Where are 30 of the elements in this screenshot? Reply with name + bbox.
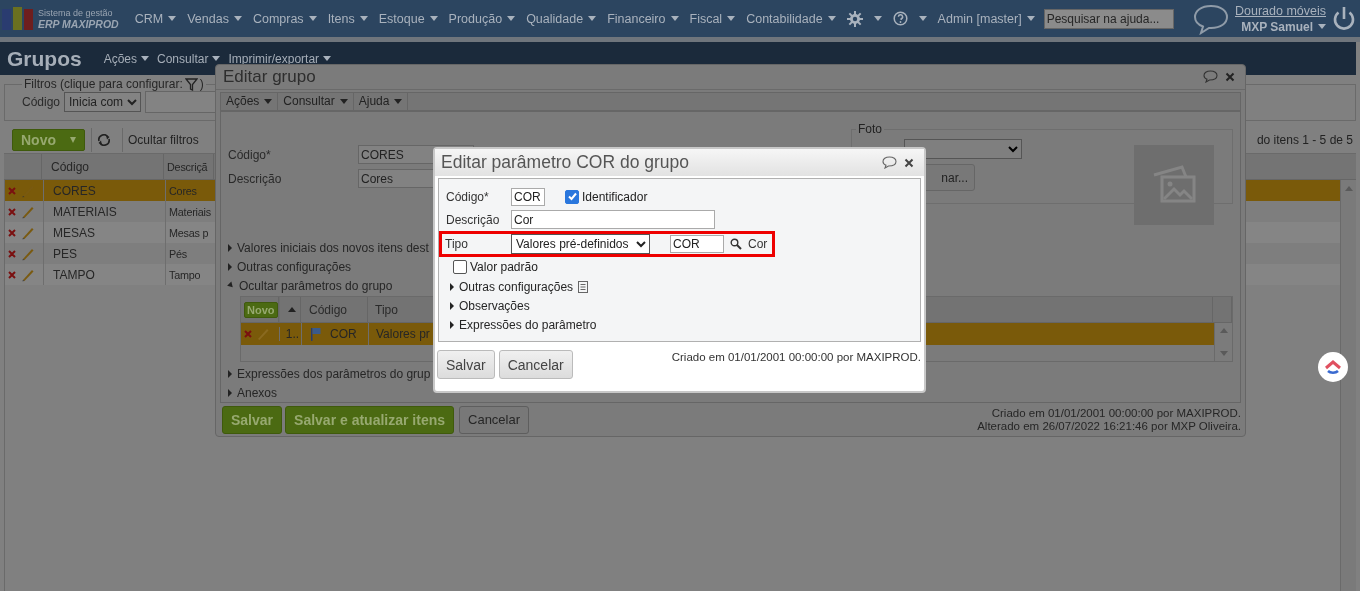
lookup-value: Cor <box>748 237 768 251</box>
table-cell: 1.. <box>279 327 301 342</box>
section-label: Observações <box>459 298 530 313</box>
page-title: Grupos <box>7 46 82 71</box>
checkbox-label: Identificador <box>582 189 648 204</box>
brand-subtitle: Sistema de gestão <box>38 7 114 19</box>
section-label: Anexos <box>237 385 278 400</box>
field-label: Código* <box>228 147 272 162</box>
checkbox-label: Valor padrão <box>470 260 538 274</box>
section-label: Valores iniciais dos novos itens dest <box>237 240 429 255</box>
section-label: Outras configurações <box>237 259 352 274</box>
paging-text: do itens 1 - 5 de 5 <box>1256 133 1353 147</box>
table-cell: TAMPO <box>43 264 165 285</box>
filters-legend-end: ) <box>199 77 204 91</box>
section-label: Expressões dos parâmetros do grup <box>237 366 431 381</box>
filter-label: Código <box>22 95 61 109</box>
audit-text: Criado em 01/01/2001 00:00:00 por MAXIPROD. <box>991 406 1241 420</box>
section-label: Expressões do parâmetro <box>459 317 597 332</box>
section-label: Ocultar parâmetros do grupo <box>239 278 393 293</box>
audit-text: Alterado em 26/07/2022 16:21:46 por MXP Oliveira. <box>977 419 1241 433</box>
brand-name: ERP MAXIPROD <box>38 18 119 30</box>
section-label: Outras configurações <box>459 279 574 294</box>
audit-text: Criado em 01/01/2001 00:00:00 por MAXIPROD. <box>671 350 921 363</box>
field-label: Descrição <box>228 171 283 186</box>
field-label: Tipo <box>444 237 469 251</box>
field-label: Descrição <box>445 212 501 227</box>
dialog-title: Editar grupo <box>223 66 316 87</box>
table-cell: COR <box>330 327 357 342</box>
field-label: Código* <box>445 189 490 204</box>
photo-legend: Foto <box>856 122 884 137</box>
